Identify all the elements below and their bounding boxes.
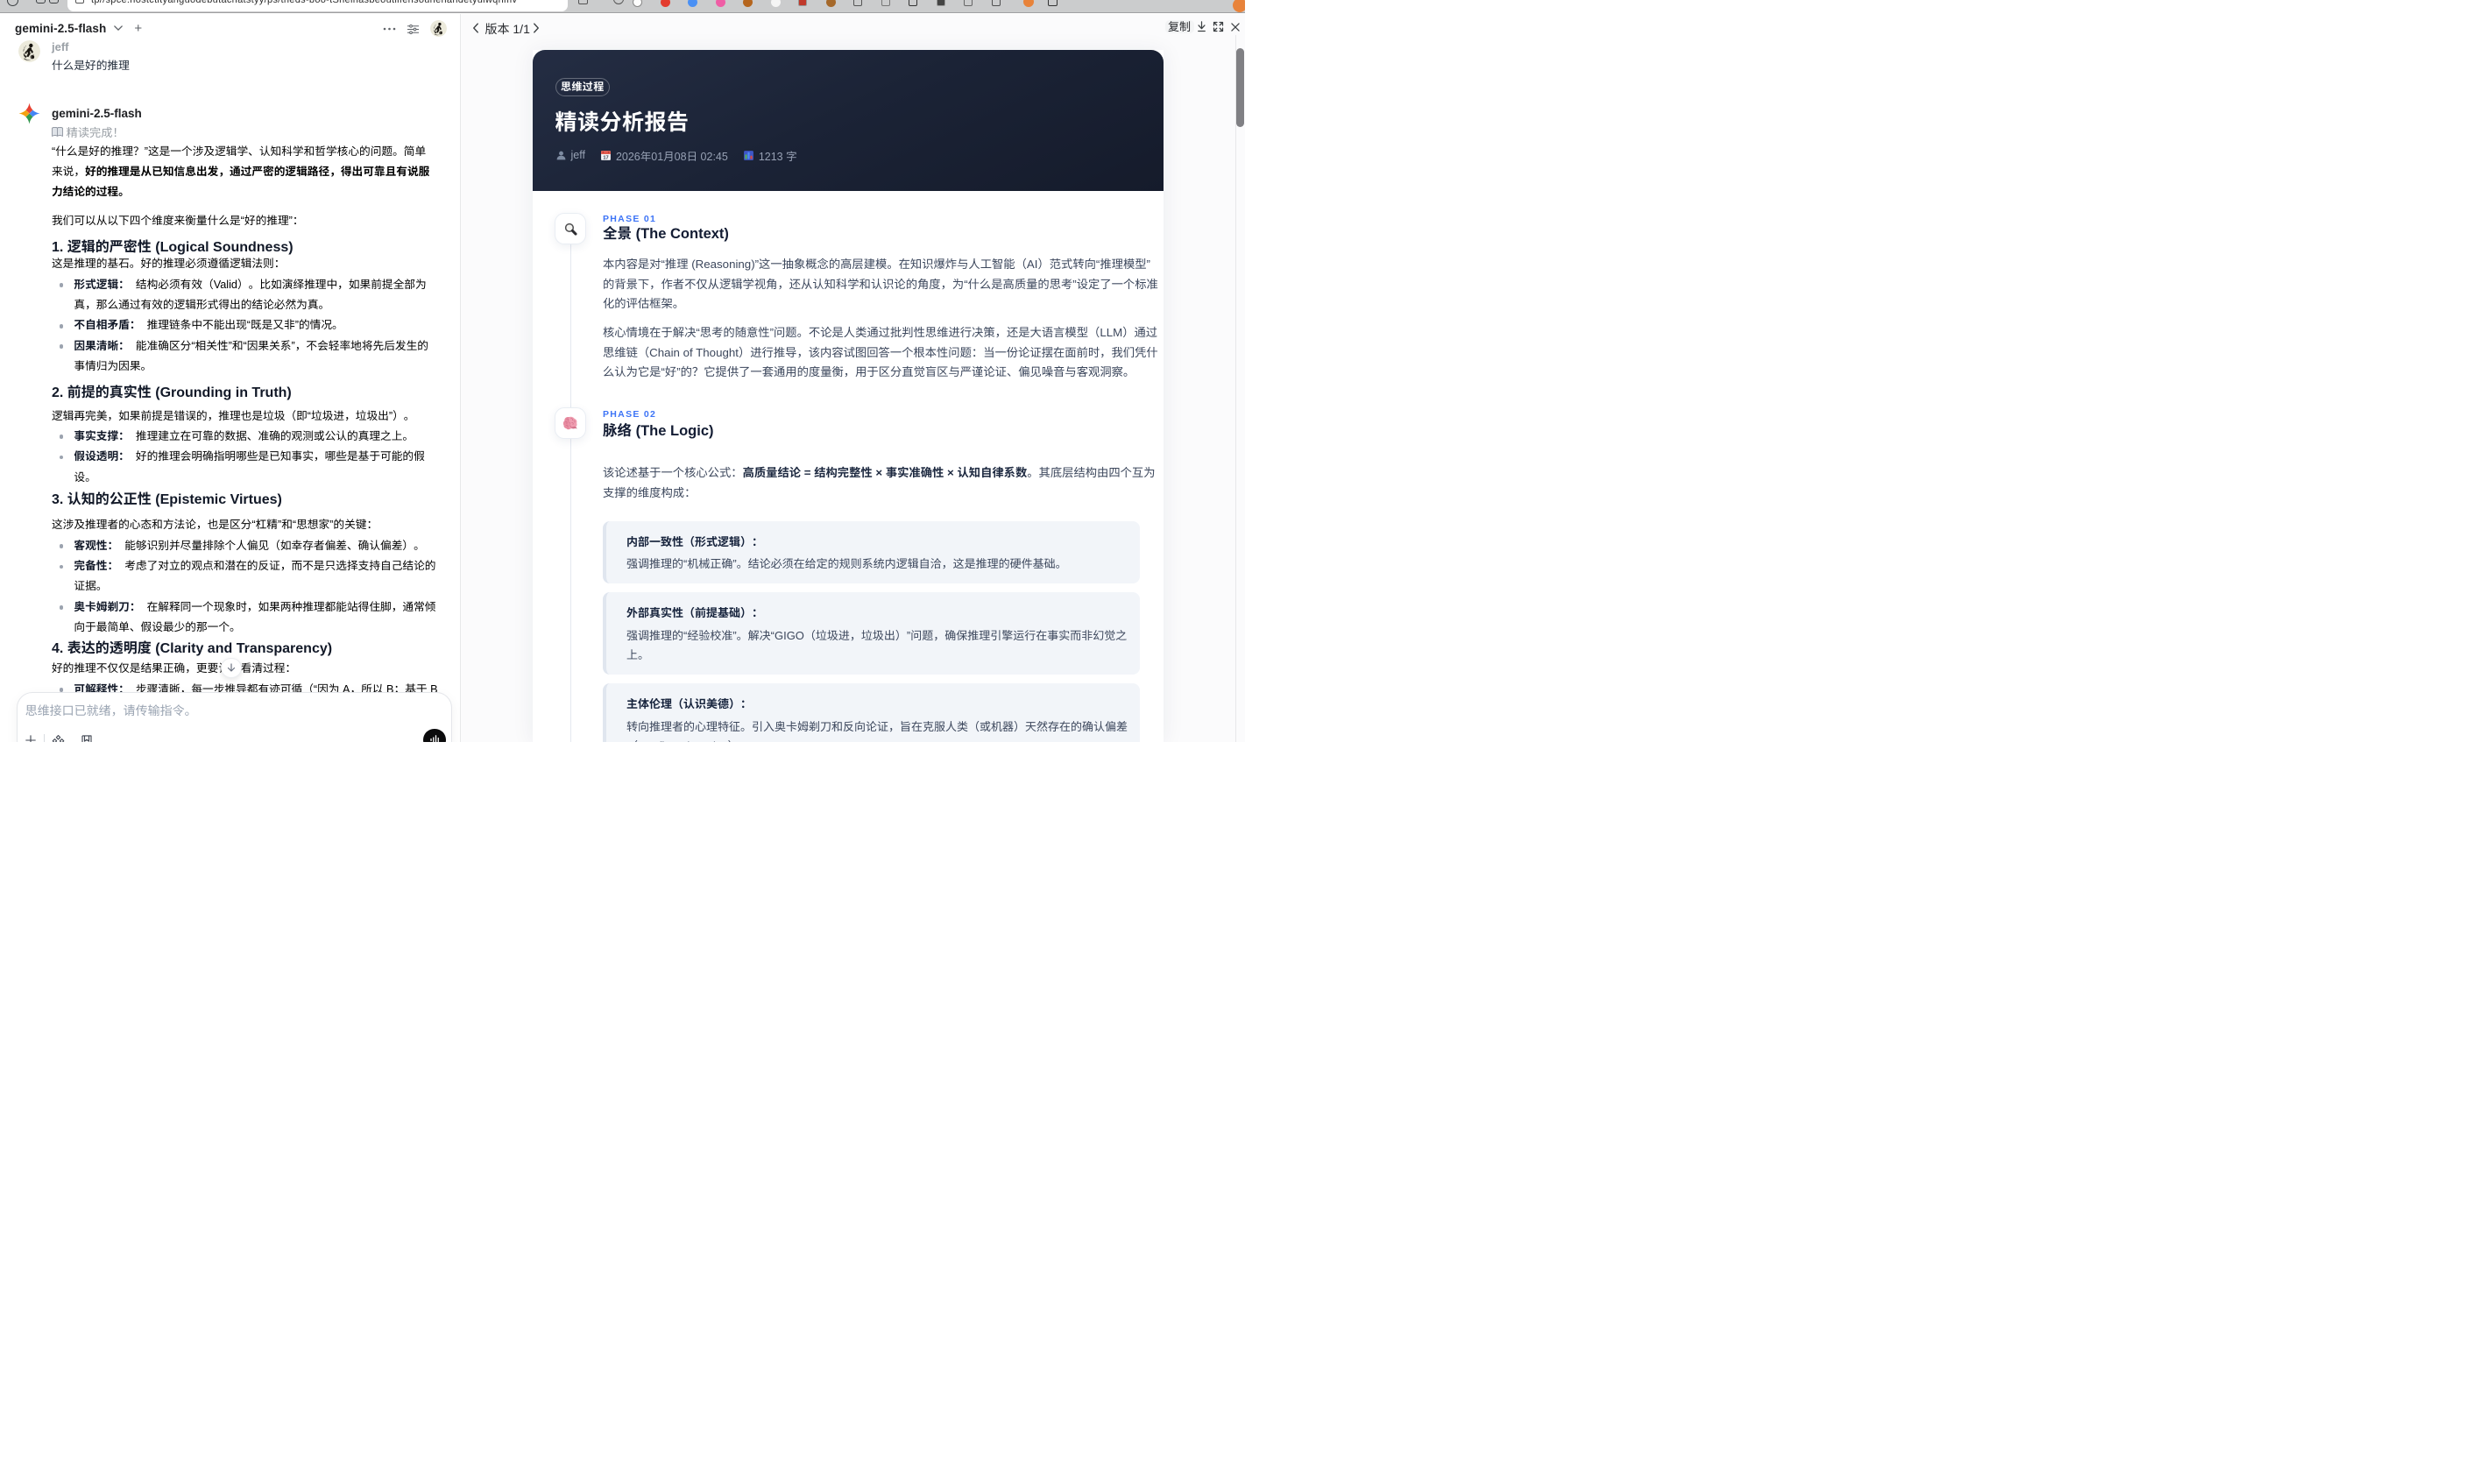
svg-text:17: 17 — [603, 155, 608, 160]
